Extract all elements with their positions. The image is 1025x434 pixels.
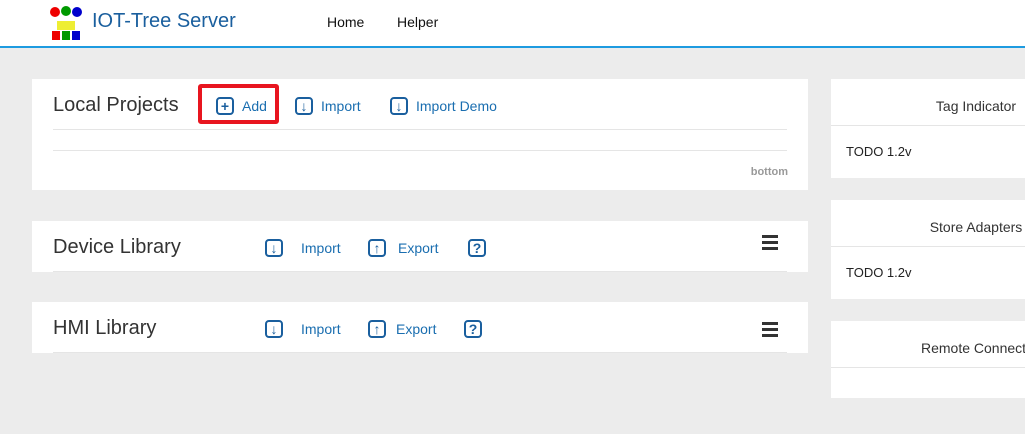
import-label: Import [321, 98, 361, 114]
arrow-down-icon: ↓ [265, 320, 283, 338]
top-bar: IOT-Tree Server Home Helper [0, 0, 1025, 48]
help-button[interactable]: ? [468, 239, 486, 257]
nav-helper[interactable]: Helper [397, 14, 438, 30]
panel-title: Remote Connection [831, 321, 1025, 368]
tag-indicator-panel: Tag Indicator TODO 1.2v [831, 79, 1025, 178]
app-title: IOT-Tree Server [92, 10, 236, 32]
panel-body: TODO 1.2v [846, 265, 912, 280]
arrow-up-icon: ↑ [368, 239, 386, 257]
divider [53, 352, 787, 353]
menu-icon[interactable] [762, 235, 778, 253]
import-label: Import [301, 240, 341, 256]
plus-icon: + [216, 97, 234, 115]
export-label: Export [396, 321, 437, 337]
add-button[interactable]: + Add [216, 97, 267, 115]
panel-title: Device Library [53, 236, 181, 258]
import-button[interactable]: ↓ Import [295, 97, 361, 115]
local-projects-panel: Local Projects + Add ↓ Import ↓ Import Demo… [32, 79, 808, 190]
import-demo-button[interactable]: ↓ Import Demo [390, 97, 497, 115]
export-label: Export [398, 240, 439, 256]
import-label: Import [301, 321, 341, 337]
remote-connection-panel: Remote Connection [831, 321, 1025, 398]
arrow-down-icon: ↓ [295, 97, 313, 115]
import-button[interactable]: ↓ Import [265, 320, 341, 338]
help-icon: ? [468, 239, 486, 257]
add-label: Add [242, 98, 267, 114]
bottom-label: bottom [750, 166, 788, 178]
arrow-down-icon: ↓ [390, 97, 408, 115]
help-button[interactable]: ? [464, 320, 482, 338]
import-demo-label: Import Demo [416, 98, 497, 114]
hmi-library-panel: HMI Library ↓ Import ↑ Export ? [32, 302, 808, 353]
panel-title: Tag Indicator [831, 79, 1025, 126]
device-library-panel: Device Library ↓ Import ↑ Export ? [32, 221, 808, 272]
logo-icon [50, 6, 82, 40]
export-button[interactable]: ↑ Export [368, 320, 436, 338]
arrow-up-icon: ↑ [368, 320, 386, 338]
panel-body: TODO 1.2v [846, 144, 912, 159]
nav-home[interactable]: Home [327, 14, 364, 30]
panel-title: Store Adapters [831, 200, 1025, 247]
export-button[interactable]: ↑ Export [368, 239, 438, 257]
arrow-down-icon: ↓ [265, 239, 283, 257]
help-icon: ? [464, 320, 482, 338]
divider [53, 150, 787, 151]
divider [53, 129, 787, 130]
import-button[interactable]: ↓ Import [265, 239, 341, 257]
menu-icon[interactable] [762, 322, 778, 340]
panel-title: Local Projects [53, 94, 179, 116]
panel-title: HMI Library [53, 317, 157, 339]
store-adapters-panel: Store Adapters TODO 1.2v [831, 200, 1025, 299]
divider [53, 271, 787, 272]
